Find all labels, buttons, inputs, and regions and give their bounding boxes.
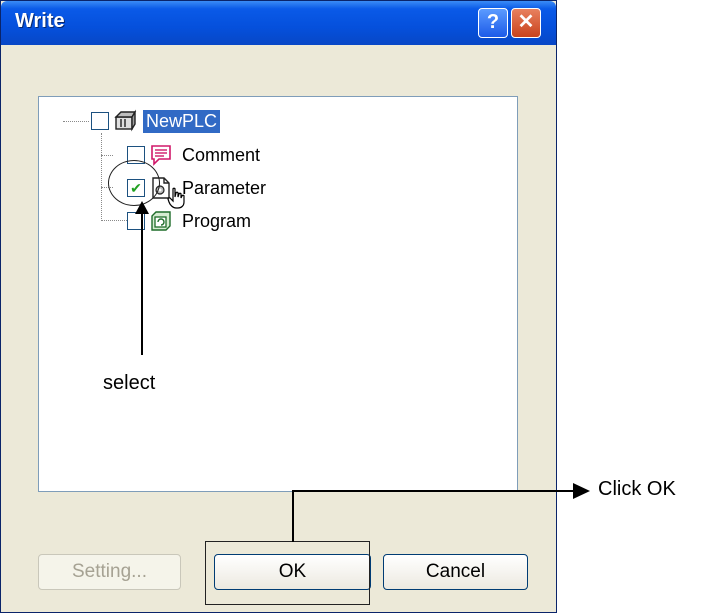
tree-item-label: NewPLC	[143, 109, 221, 133]
tree-connector	[101, 220, 127, 221]
select-arrow	[135, 201, 149, 355]
comment-icon	[151, 145, 171, 166]
click-ok-annotation: Click OK	[598, 478, 676, 500]
click-ok-arrow	[292, 483, 590, 542]
newplc-checkbox[interactable]	[91, 112, 109, 130]
tree-item-label: Parameter	[182, 177, 267, 198]
window-title: Write	[15, 10, 65, 32]
close-button[interactable]: ✕	[511, 8, 541, 38]
tree-connector	[63, 121, 89, 122]
setting-button[interactable]: Setting...	[38, 554, 181, 590]
tree-connector	[101, 155, 113, 156]
help-button[interactable]: ?	[478, 8, 508, 38]
tree-connector	[101, 133, 102, 221]
title-bar: Write ? ✕	[1, 1, 556, 45]
tree-item-newplc[interactable]: NewPLC	[91, 107, 221, 135]
hand-cursor-icon	[167, 187, 185, 209]
tree-view[interactable]: NewPLC Comment Parameter	[38, 96, 518, 492]
plc-icon	[114, 109, 137, 132]
ok-highlight-box	[205, 541, 370, 605]
cancel-button[interactable]: Cancel	[383, 554, 528, 590]
select-annotation: select	[103, 372, 156, 394]
tree-item-label: Program	[182, 210, 252, 231]
tree-item-label: Comment	[182, 144, 261, 165]
